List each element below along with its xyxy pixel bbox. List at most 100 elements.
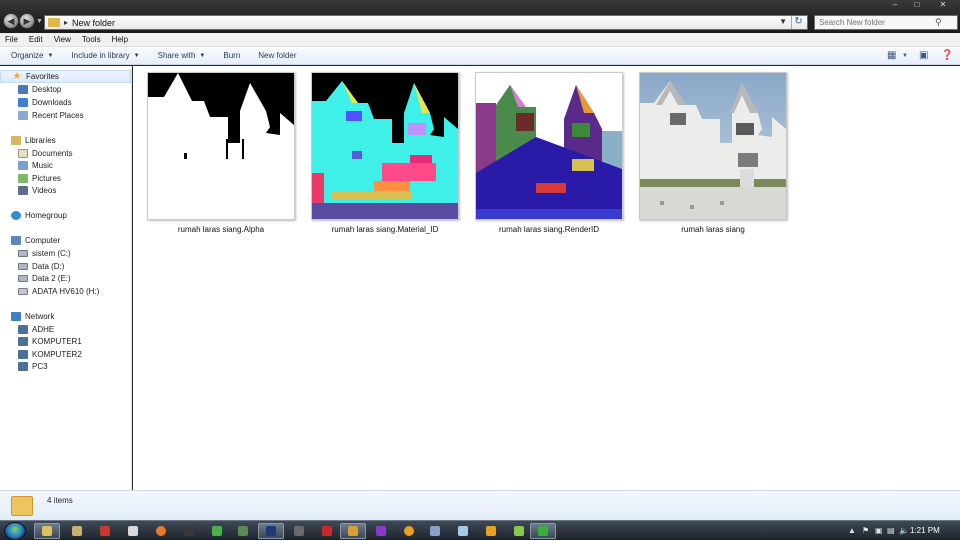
minimize-button[interactable]: – bbox=[884, 0, 906, 10]
music-icon bbox=[18, 161, 28, 170]
firefox-taskbar-icon[interactable] bbox=[148, 523, 174, 539]
recent-pages-dropdown[interactable]: ▼ bbox=[36, 18, 43, 25]
app-taskbar-icon[interactable] bbox=[92, 523, 118, 539]
share-with-button[interactable]: Share with ▼ bbox=[158, 51, 206, 60]
action-center-flag-icon[interactable]: ⚑ bbox=[862, 526, 869, 535]
app-taskbar-icon[interactable] bbox=[450, 523, 476, 539]
details-pane: 4 items bbox=[0, 490, 960, 520]
nav-network-komputer1[interactable]: KOMPUTER1 bbox=[0, 335, 82, 348]
burn-button[interactable]: Burn bbox=[223, 51, 240, 60]
menu-tools[interactable]: Tools bbox=[82, 35, 101, 44]
nav-documents-label: Documents bbox=[32, 149, 73, 158]
command-bar: Organize ▼ Include in library ▼ Share with… bbox=[0, 47, 960, 65]
documents-icon bbox=[18, 149, 28, 158]
app-taskbar-icon[interactable] bbox=[506, 523, 532, 539]
new-folder-button[interactable]: New folder bbox=[258, 51, 296, 60]
breadcrumb-new-folder[interactable]: New folder bbox=[72, 18, 115, 28]
title-bar: – □ ✕ ◀ ▶ ▼ ▸ New folder ▼ ↻ ⚲ bbox=[0, 0, 960, 33]
app-taskbar-icon[interactable] bbox=[478, 523, 504, 539]
file-item[interactable]: rumah laras siang bbox=[639, 72, 787, 234]
pdf-taskbar-icon[interactable] bbox=[120, 523, 146, 539]
nav-drive-e-label: Data 2 (E:) bbox=[32, 274, 71, 283]
menu-help[interactable]: Help bbox=[112, 35, 128, 44]
forward-button[interactable]: ▶ bbox=[19, 13, 35, 29]
app-taskbar-icon[interactable] bbox=[340, 523, 366, 539]
app-taskbar-icon[interactable] bbox=[204, 523, 230, 539]
refresh-icon[interactable]: ↻ bbox=[791, 16, 805, 29]
search-box[interactable]: ⚲ bbox=[814, 15, 958, 30]
clock[interactable]: 1:21 PM bbox=[910, 526, 940, 535]
view-options-chevron-icon[interactable]: ▼ bbox=[902, 53, 908, 59]
nav-computer[interactable]: Computer bbox=[0, 234, 60, 247]
help-icon[interactable]: ❓ bbox=[941, 50, 953, 61]
network-tray-icon[interactable]: ▤ bbox=[887, 526, 895, 535]
close-button[interactable]: ✕ bbox=[932, 0, 954, 10]
file-item[interactable]: rumah laras siang.Material_ID bbox=[311, 72, 459, 234]
render-image bbox=[640, 73, 786, 219]
show-hidden-icons-icon[interactable]: ▲ bbox=[848, 526, 856, 535]
volume-icon[interactable]: 🔈 bbox=[899, 526, 909, 535]
file-thumbnail bbox=[639, 72, 787, 220]
app-taskbar-icon[interactable] bbox=[230, 523, 256, 539]
nav-homegroup[interactable]: Homegroup bbox=[0, 209, 67, 222]
nav-downloads[interactable]: Downloads bbox=[0, 96, 72, 109]
maximize-button[interactable]: □ bbox=[906, 0, 928, 10]
downloads-icon bbox=[18, 98, 28, 107]
file-name: rumah laras siang bbox=[681, 225, 745, 234]
media-player-taskbar-icon[interactable] bbox=[64, 523, 90, 539]
material-id-image bbox=[312, 73, 458, 219]
organize-button[interactable]: Organize ▼ bbox=[11, 51, 53, 60]
change-view-icon[interactable]: ▦ bbox=[887, 50, 896, 61]
desktop-icon bbox=[18, 85, 28, 94]
app-taskbar-icon[interactable] bbox=[368, 523, 394, 539]
app-taskbar-icon[interactable] bbox=[396, 523, 422, 539]
app-taskbar-icon[interactable] bbox=[530, 523, 556, 539]
app-taskbar-icon[interactable] bbox=[422, 523, 448, 539]
app-tray-icon[interactable]: ▣ bbox=[875, 526, 883, 535]
nav-videos[interactable]: Videos bbox=[0, 184, 56, 197]
app-taskbar-icon[interactable] bbox=[176, 523, 202, 539]
nav-music[interactable]: Music bbox=[0, 159, 53, 172]
address-dropdown-icon[interactable]: ▼ bbox=[779, 17, 787, 26]
nav-downloads-label: Downloads bbox=[32, 98, 72, 107]
breadcrumb-arrow-icon[interactable]: ▸ bbox=[64, 18, 68, 27]
back-button[interactable]: ◀ bbox=[3, 13, 19, 29]
preview-pane-icon[interactable]: ▣ bbox=[919, 50, 928, 61]
taskbar: ▲ ⚑ ▣ ▤ 🔈 1:21 PM bbox=[0, 520, 960, 540]
nav-drive-c[interactable]: sistem (C:) bbox=[0, 247, 71, 260]
nav-recent-places-label: Recent Places bbox=[32, 111, 84, 120]
start-button[interactable] bbox=[4, 522, 26, 540]
app-taskbar-icon[interactable] bbox=[314, 523, 340, 539]
nav-drive-e[interactable]: Data 2 (E:) bbox=[0, 272, 71, 285]
nav-desktop[interactable]: Desktop bbox=[0, 83, 61, 96]
nav-network[interactable]: Network bbox=[0, 310, 54, 323]
render-id-image bbox=[476, 73, 622, 219]
menu-bar: File Edit View Tools Help bbox=[0, 33, 960, 47]
search-input[interactable] bbox=[815, 18, 935, 27]
photoshop-taskbar-icon[interactable] bbox=[258, 523, 284, 539]
file-item[interactable]: rumah laras siang.Alpha bbox=[147, 72, 295, 234]
menu-view[interactable]: View bbox=[54, 35, 71, 44]
menu-file[interactable]: File bbox=[5, 35, 18, 44]
folder-icon bbox=[48, 18, 60, 27]
file-item[interactable]: rumah laras siang.RenderID bbox=[475, 72, 623, 234]
hard-drive-icon bbox=[18, 263, 28, 270]
explorer-taskbar-icon[interactable] bbox=[34, 523, 60, 539]
nav-drive-h[interactable]: ADATA HV610 (H:) bbox=[0, 285, 99, 298]
chevron-down-icon: ▼ bbox=[133, 52, 140, 59]
homegroup-icon bbox=[11, 211, 21, 220]
app-taskbar-icon[interactable] bbox=[286, 523, 312, 539]
include-in-library-button[interactable]: Include in library ▼ bbox=[71, 51, 139, 60]
item-count: 4 items bbox=[47, 496, 73, 505]
hard-drive-icon bbox=[18, 275, 28, 282]
nav-network-pc3[interactable]: PC3 bbox=[0, 360, 48, 373]
nav-favorites[interactable]: ★ Favorites bbox=[0, 70, 131, 83]
address-bar[interactable]: ▸ New folder ▼ ↻ bbox=[44, 15, 808, 30]
nav-videos-label: Videos bbox=[32, 186, 57, 195]
search-icon[interactable]: ⚲ bbox=[935, 17, 942, 28]
menu-edit[interactable]: Edit bbox=[29, 35, 43, 44]
nav-libraries[interactable]: Libraries bbox=[0, 134, 56, 147]
network-computer-icon bbox=[18, 362, 28, 371]
star-icon: ★ bbox=[12, 71, 22, 82]
nav-recent-places[interactable]: Recent Places bbox=[0, 109, 84, 122]
